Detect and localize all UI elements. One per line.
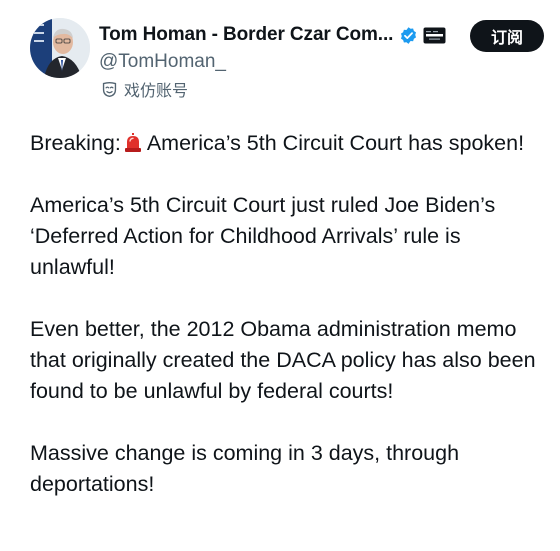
parody-label-text: 戏仿账号 [124, 83, 189, 100]
breaking-label: Breaking: [30, 131, 121, 155]
tweet-paragraph-1-text: America’s 5th Circuit Court has spoken! [146, 131, 525, 155]
parody-mask-icon [101, 81, 118, 98]
tweet-paragraph-2: America’s 5th Circuit Court just ruled J… [30, 193, 496, 279]
tweet-header: Tom Homan - Border Czar Com... @TomHoman… [30, 18, 544, 101]
tweet-text: Breaking: America’s 5th Circuit Court ha… [30, 128, 550, 531]
tweet-paragraph-4: Massive change is coming in 3 days, thro… [30, 441, 460, 496]
tweet-paragraph-1: Breaking: America’s 5th Circuit Court ha… [30, 128, 550, 159]
police-siren-icon [123, 131, 143, 152]
avatar-photo [30, 18, 90, 78]
verified-badge-icon [399, 26, 418, 45]
avatar[interactable] [30, 18, 90, 78]
tweet-paragraph-3: Even better, the 2012 Obama administrati… [30, 317, 536, 403]
display-name[interactable]: Tom Homan - Border Czar Com... [99, 24, 393, 46]
name-row: Tom Homan - Border Czar Com... [99, 22, 446, 48]
user-handle[interactable]: @TomHoman_ [99, 51, 226, 73]
parody-account-label: 戏仿账号 [101, 77, 188, 101]
subscribe-button[interactable]: 订阅 [470, 20, 544, 52]
affiliate-badge-icon[interactable] [423, 27, 446, 44]
